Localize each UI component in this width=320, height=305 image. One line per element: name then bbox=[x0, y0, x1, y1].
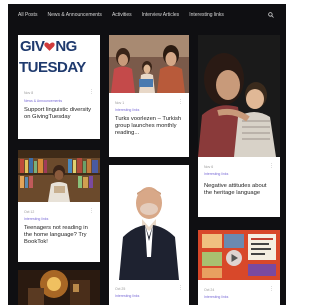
more-options-icon[interactable]: ⋮ bbox=[89, 89, 94, 95]
post-card[interactable]: Oct 25 Interesting links ⋮ bbox=[109, 165, 189, 305]
post-title[interactable]: Teenagers not reading in the home langua… bbox=[24, 225, 94, 246]
post-date: Oct 24 bbox=[204, 288, 215, 292]
post-category[interactable]: News & Announcements bbox=[24, 99, 62, 103]
post-date: Nov 8 bbox=[24, 91, 34, 95]
blog-page: All Posts News & Announcements Activitie… bbox=[8, 4, 286, 305]
more-options-icon[interactable]: ⋮ bbox=[269, 163, 274, 169]
post-card[interactable]: Oct 24 Interesting links ⋮ bbox=[198, 230, 280, 305]
post-date: Oct 12 bbox=[24, 210, 35, 214]
heart-icon bbox=[44, 39, 56, 51]
search-icon[interactable] bbox=[268, 12, 274, 18]
post-title[interactable]: Turks voorlezen – Turkish group launches… bbox=[115, 116, 183, 137]
post-image bbox=[18, 270, 100, 305]
post-date: Nov 6 bbox=[204, 165, 214, 169]
nav-news-announcements[interactable]: News & Announcements bbox=[37, 12, 101, 18]
post-card[interactable]: Nov 1 Interesting links ⋮ Turks voorleze… bbox=[109, 35, 189, 157]
more-options-icon[interactable]: ⋮ bbox=[178, 285, 183, 291]
post-image bbox=[198, 230, 280, 280]
post-date: Oct 25 bbox=[115, 287, 126, 291]
nav-interesting-links[interactable]: Interesting links bbox=[179, 12, 224, 18]
nav-all-posts[interactable]: All Posts bbox=[8, 12, 37, 18]
more-options-icon[interactable]: ⋮ bbox=[269, 286, 274, 292]
post-image: GIV NG TUESDAY bbox=[18, 35, 100, 83]
more-options-icon[interactable]: ⋮ bbox=[89, 208, 94, 214]
post-category[interactable]: Interesting links bbox=[204, 172, 228, 176]
post-category[interactable]: Interesting links bbox=[115, 108, 139, 112]
category-nav: All Posts News & Announcements Activitie… bbox=[8, 4, 286, 26]
post-image bbox=[198, 35, 280, 157]
giving-word-start: GIV bbox=[20, 38, 45, 55]
post-title[interactable]: Negative attitudes about the heritage la… bbox=[204, 183, 274, 197]
post-category[interactable]: Interesting links bbox=[24, 217, 48, 221]
post-image bbox=[109, 35, 189, 93]
post-card[interactable]: Oct 12 Interesting links ⋮ Teenagers not… bbox=[18, 150, 100, 262]
post-date: Nov 1 bbox=[115, 101, 125, 105]
nav-interview-articles[interactable]: Interview Articles bbox=[132, 12, 180, 18]
post-image bbox=[18, 150, 100, 202]
nav-activities[interactable]: Activities bbox=[102, 12, 132, 18]
post-card[interactable]: GIV NG TUESDAY Nov 8 News & Announcements… bbox=[18, 35, 100, 139]
post-image bbox=[109, 165, 189, 280]
tuesday-word: TUESDAY bbox=[19, 59, 86, 76]
post-title[interactable]: Support linguistic diversity on GivingTu… bbox=[24, 107, 94, 121]
giving-word-end: NG bbox=[55, 38, 77, 55]
post-category[interactable]: Interesting links bbox=[204, 295, 228, 299]
post-category[interactable]: Interesting links bbox=[115, 294, 139, 298]
post-card[interactable]: Nov 6 Interesting links ⋮ Negative attit… bbox=[198, 35, 280, 217]
more-options-icon[interactable]: ⋮ bbox=[178, 99, 183, 105]
